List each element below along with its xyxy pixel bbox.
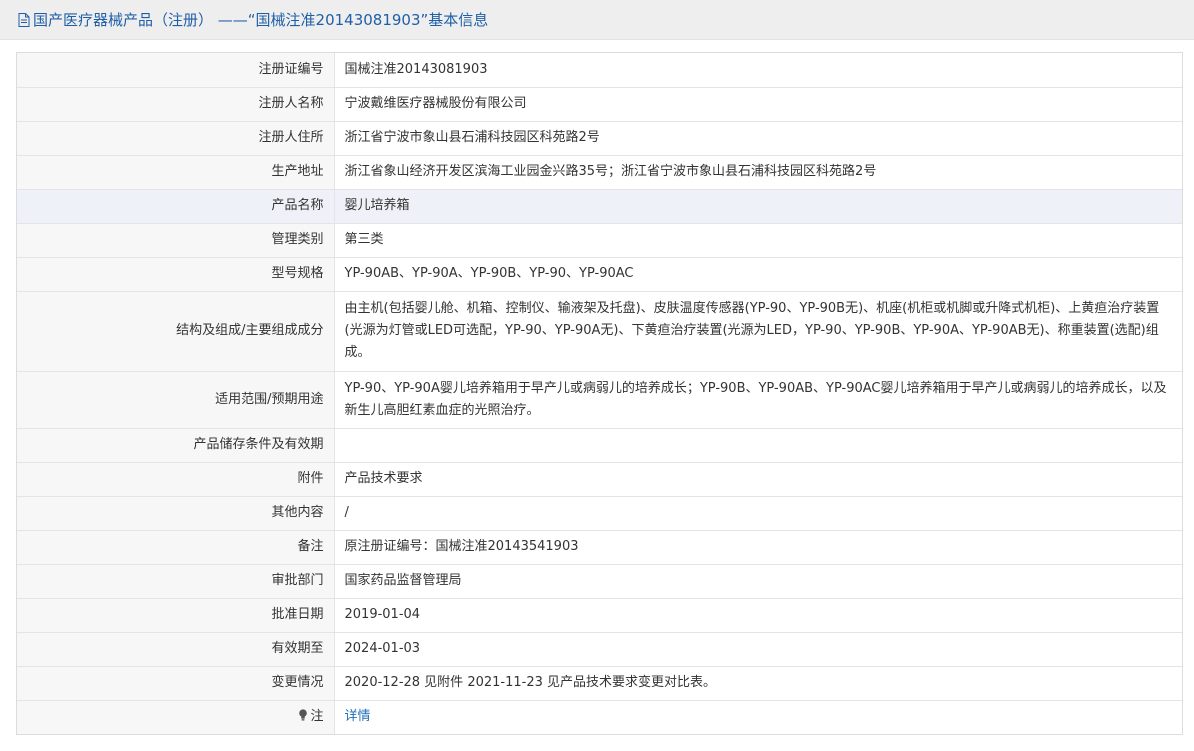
row-label: 附件 — [17, 462, 335, 497]
note-label: 注 — [310, 709, 324, 725]
row-value: YP-90AB、YP-90A、YP-90B、YP-90、YP-90AC — [334, 257, 1182, 292]
row-label: 结构及组成/主要组成成分 — [17, 291, 335, 372]
table-row: 变更情况 2020-12-28 见附件 2021-11-23 见产品技术要求变更对… — [17, 666, 1182, 701]
table-row: 审批部门 国家药品监督管理局 — [17, 564, 1182, 599]
row-label: 注册人名称 — [17, 87, 335, 122]
row-label: 型号规格 — [17, 257, 335, 292]
note-label-cell: 注 — [17, 700, 335, 734]
row-label: 批准日期 — [17, 598, 335, 633]
row-label: 有效期至 — [17, 632, 335, 667]
table-row: 结构及组成/主要组成成分 由主机(包括婴儿舱、机箱、控制仪、输液架及托盘)、皮肤温… — [17, 291, 1182, 372]
row-value: 婴儿培养箱 — [334, 189, 1182, 224]
table-row: 备注 原注册证编号：国械注准20143541903 — [17, 530, 1182, 565]
row-value: 2020-12-28 见附件 2021-11-23 见产品技术要求变更对比表。 — [334, 666, 1182, 701]
row-label: 注册人住所 — [17, 121, 335, 156]
note-row: 注 详情 — [17, 700, 1182, 734]
table-row: 产品名称 婴儿培养箱 — [17, 189, 1182, 224]
info-panel: 注册证编号 国械注准20143081903 注册人名称 宁波戴维医疗器械股份有限公司注… — [16, 52, 1183, 735]
table-row: 适用范围/预期用途 YP-90、YP-90A婴儿培养箱用于早产儿或病弱儿的培养成长… — [17, 371, 1182, 429]
table-row: 注册人名称 宁波戴维医疗器械股份有限公司 — [17, 87, 1182, 122]
row-value: 浙江省宁波市象山县石浦科技园区科苑路2号 — [334, 121, 1182, 156]
row-value — [334, 428, 1182, 463]
row-value: 国械注准20143081903 — [334, 53, 1182, 88]
row-value: 国家药品监督管理局 — [334, 564, 1182, 599]
row-value: 浙江省象山经济开发区滨海工业园金兴路35号；浙江省宁波市象山县石浦科技园区科苑路… — [334, 155, 1182, 190]
row-value: 2024-01-03 — [334, 632, 1182, 667]
lightbulb-icon — [299, 709, 308, 721]
row-label: 变更情况 — [17, 666, 335, 701]
row-label: 备注 — [17, 530, 335, 565]
row-label: 适用范围/预期用途 — [17, 371, 335, 429]
row-value: 第三类 — [334, 223, 1182, 258]
detail-link[interactable]: 详情 — [345, 709, 371, 724]
row-value: / — [334, 496, 1182, 531]
row-label: 管理类别 — [17, 223, 335, 258]
table-row: 管理类别 第三类 — [17, 223, 1182, 258]
row-label: 产品名称 — [17, 189, 335, 224]
table-row: 产品储存条件及有效期 — [17, 428, 1182, 463]
table-row: 有效期至 2024-01-03 — [17, 632, 1182, 667]
row-value: 产品技术要求 — [334, 462, 1182, 497]
page-title: 国产医疗器械产品（注册） ——“国械注准20143081903”基本信息 — [33, 11, 489, 29]
note-value-cell: 详情 — [334, 700, 1182, 734]
page-header: 国产医疗器械产品（注册） ——“国械注准20143081903”基本信息 — [0, 0, 1194, 40]
table-row: 附件 产品技术要求 — [17, 462, 1182, 497]
row-label: 审批部门 — [17, 564, 335, 599]
row-value: 原注册证编号：国械注准20143541903 — [334, 530, 1182, 565]
row-label: 生产地址 — [17, 155, 335, 190]
document-icon — [18, 12, 30, 27]
row-value: 由主机(包括婴儿舱、机箱、控制仪、输液架及托盘)、皮肤温度传感器(YP-90、Y… — [334, 291, 1182, 372]
info-table: 注册证编号 国械注准20143081903 注册人名称 宁波戴维医疗器械股份有限公司注… — [17, 53, 1182, 734]
row-value: 宁波戴维医疗器械股份有限公司 — [334, 87, 1182, 122]
row-label: 注册证编号 — [17, 53, 335, 88]
table-row: 生产地址 浙江省象山经济开发区滨海工业园金兴路35号；浙江省宁波市象山县石浦科技园… — [17, 155, 1182, 190]
table-row: 注册人住所 浙江省宁波市象山县石浦科技园区科苑路2号 — [17, 121, 1182, 156]
table-row: 注册证编号 国械注准20143081903 — [17, 53, 1182, 88]
table-row: 型号规格 YP-90AB、YP-90A、YP-90B、YP-90、YP-90AC — [17, 257, 1182, 292]
row-value: 2019-01-04 — [334, 598, 1182, 633]
table-row: 其他内容 / — [17, 496, 1182, 531]
row-value: YP-90、YP-90A婴儿培养箱用于早产儿或病弱儿的培养成长；YP-90B、Y… — [334, 371, 1182, 429]
table-row: 批准日期 2019-01-04 — [17, 598, 1182, 633]
row-label: 产品储存条件及有效期 — [17, 428, 335, 463]
row-label: 其他内容 — [17, 496, 335, 531]
